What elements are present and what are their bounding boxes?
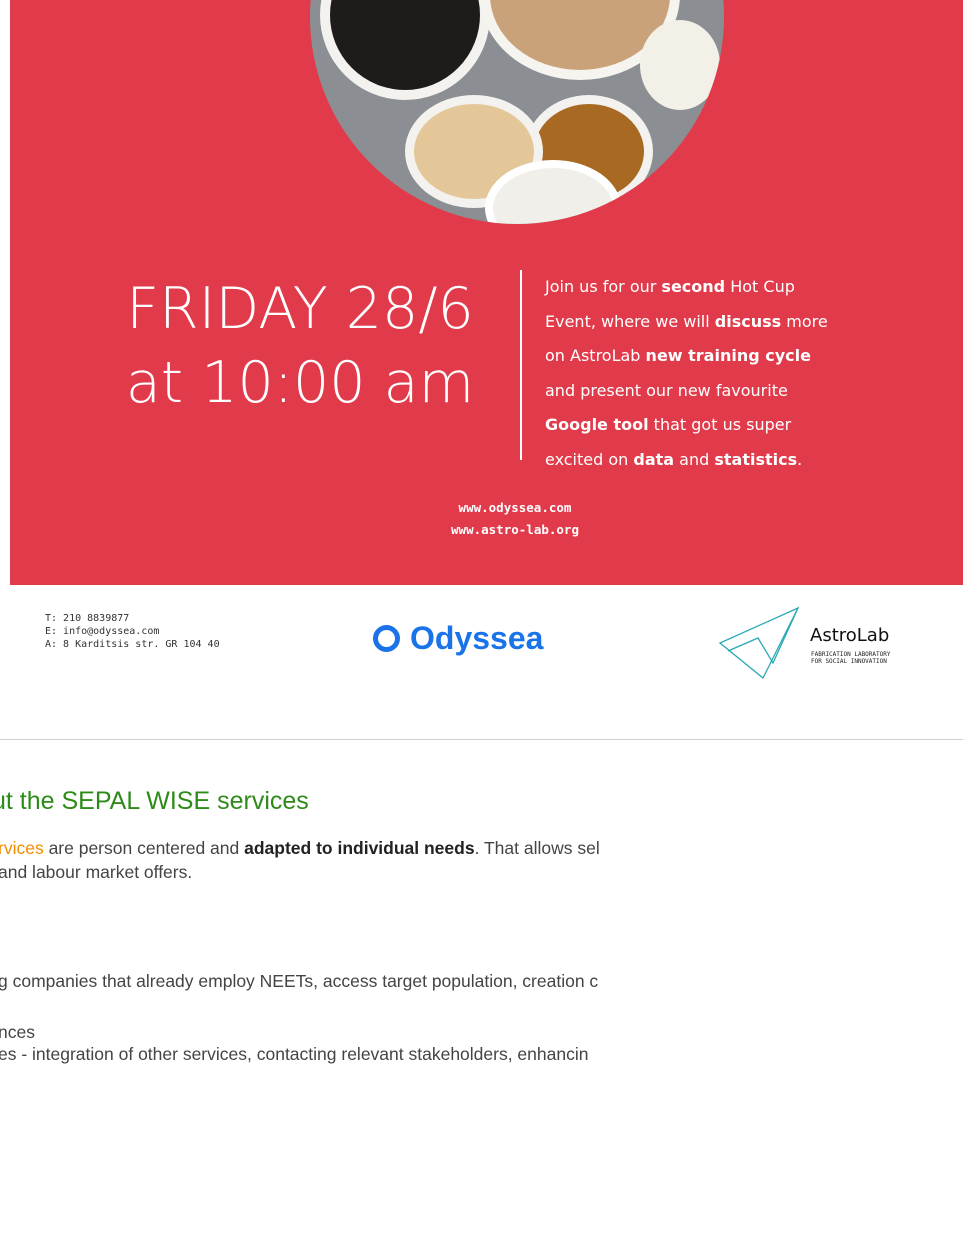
emphasis-text: adapted to individual needs bbox=[244, 838, 475, 858]
astrolab-icon bbox=[718, 606, 800, 680]
list-item-2: nces bbox=[0, 1022, 35, 1042]
cup-milk bbox=[640, 20, 720, 110]
paragraph-text-b: . That allows sel bbox=[474, 838, 600, 858]
description-text: Join us for our bbox=[545, 277, 662, 296]
paragraph-line-2: and labour market offers. bbox=[0, 862, 193, 882]
description-line: and present our new favourite bbox=[545, 374, 945, 409]
description-text: on AstroLab bbox=[545, 346, 646, 365]
cup-espresso bbox=[320, 0, 490, 100]
odyssea-logo-text: Odyssea bbox=[410, 620, 544, 656]
coffee-cups-image bbox=[310, 0, 724, 224]
description-line: Event, where we will discuss more bbox=[545, 305, 945, 340]
url-odyssea[interactable]: www.odyssea.com bbox=[310, 497, 720, 519]
list-item-3: es - integration of other services, cont… bbox=[0, 1044, 589, 1064]
contact-address: A: 8 Karditsis str. GR 104 40 bbox=[45, 639, 220, 650]
paragraph-text-a: are person centered and bbox=[43, 838, 245, 858]
astrolab-logo: AstroLab FABRICATION LABORATORY FOR SOCI… bbox=[718, 603, 958, 683]
description-line: Google tool that got us super bbox=[545, 408, 945, 443]
description-emphasis: new training cycle bbox=[645, 346, 811, 365]
description-text: and bbox=[674, 449, 715, 469]
description-text: . bbox=[797, 449, 803, 469]
description-line: on AstroLab new training cycle bbox=[545, 339, 945, 374]
event-description: Join us for our second Hot Cup Event, whe… bbox=[545, 270, 945, 477]
description-emphasis: statistics bbox=[714, 449, 798, 469]
description-emphasis: Google tool bbox=[545, 415, 649, 434]
paragraph-line-1: rvices are person centered and adapted t… bbox=[0, 838, 600, 859]
description-text: more bbox=[781, 311, 828, 331]
odyssea-logo: Odyssea bbox=[373, 620, 543, 657]
event-date: FRIDAY 28/6 at 10:00 am bbox=[90, 272, 510, 420]
description-text: Hot Cup bbox=[725, 277, 795, 296]
description-text: that got us super bbox=[648, 415, 792, 434]
date-line-1: FRIDAY 28/6 bbox=[126, 276, 474, 342]
description-text: and present our new favourite bbox=[545, 380, 788, 400]
description-text: excited on bbox=[545, 449, 634, 469]
contact-info: T: 210 8839877 E: info@odyssea.com A: 8 … bbox=[45, 612, 220, 651]
astrolab-tagline-1: FABRICATION LABORATORY bbox=[811, 651, 891, 658]
description-line: excited on data and statistics. bbox=[545, 443, 945, 478]
description-line: Join us for our second Hot Cup bbox=[545, 270, 945, 305]
divider-line bbox=[520, 270, 522, 460]
section-divider bbox=[0, 739, 963, 740]
url-astrolab[interactable]: www.astro-lab.org bbox=[310, 519, 720, 541]
astrolab-tagline: FABRICATION LABORATORY FOR SOCIAL INNOVA… bbox=[811, 651, 890, 665]
section-title: ut the SEPAL WISE services bbox=[0, 787, 309, 815]
description-emphasis: discuss bbox=[714, 311, 782, 331]
contact-phone: T: 210 8839877 bbox=[45, 613, 130, 624]
event-poster: FRIDAY 28/6 at 10:00 am Join us for our … bbox=[10, 0, 963, 585]
contact-email: E: info@odyssea.com bbox=[45, 626, 160, 637]
astrolab-tagline-2: FOR SOCIAL INNOVATION bbox=[811, 658, 887, 665]
date-line-2: at 10:00 am bbox=[125, 350, 475, 416]
services-link[interactable]: rvices bbox=[0, 838, 44, 858]
description-text: Event, where we will bbox=[545, 311, 715, 331]
astrolab-name: AstroLab bbox=[810, 625, 890, 646]
description-emphasis: second bbox=[661, 277, 726, 296]
list-item-1: g companies that already employ NEETs, a… bbox=[0, 971, 599, 991]
description-emphasis: data bbox=[633, 449, 675, 469]
poster-urls: www.odyssea.com www.astro-lab.org bbox=[310, 497, 720, 541]
odyssea-ring-icon bbox=[373, 625, 400, 652]
